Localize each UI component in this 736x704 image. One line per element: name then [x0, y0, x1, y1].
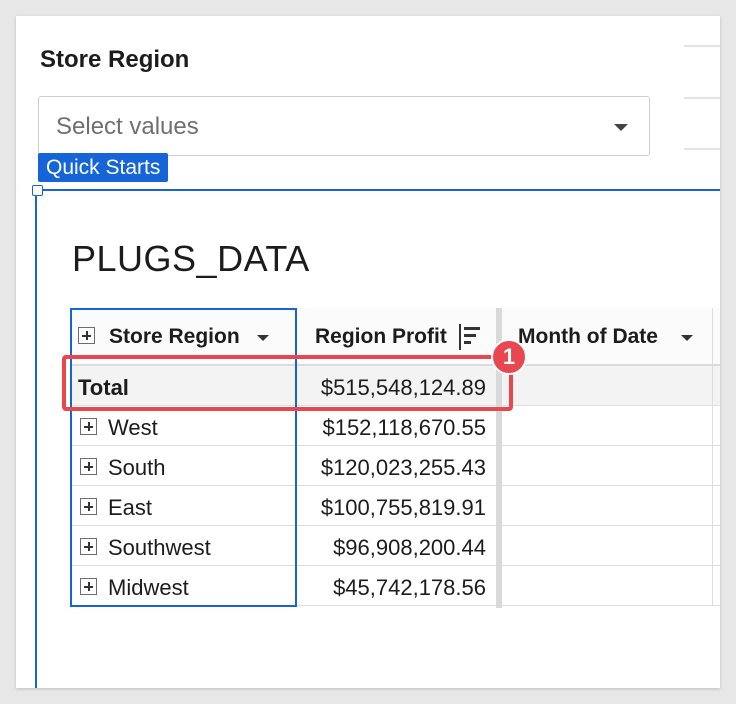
total-row-label-cell[interactable]: Total	[70, 366, 296, 406]
annotation-step-badge: 1	[491, 339, 527, 375]
row-next-cell	[712, 566, 720, 606]
row-profit-cell[interactable]: $100,755,819.91	[296, 486, 496, 526]
pivot-table: Store Region Region Profit Month of Date…	[70, 308, 720, 608]
header-store-region-label: Store Region	[109, 325, 240, 348]
table-title: PLUGS_DATA	[72, 238, 310, 279]
row-profit-value: $45,742,178.56	[333, 575, 486, 600]
row-next-cell	[712, 486, 720, 526]
total-value: $515,548,124.89	[320, 375, 486, 400]
expand-plus-icon[interactable]	[80, 578, 97, 595]
row-region-label: West	[108, 415, 158, 440]
expand-plus-icon[interactable]	[78, 327, 95, 344]
table-row[interactable]: South	[70, 446, 296, 486]
row-region-label: South	[108, 455, 166, 480]
filter-label: Store Region	[40, 46, 190, 73]
expand-plus-icon[interactable]	[80, 498, 97, 515]
divider	[684, 97, 720, 99]
table-row[interactable]: Midwest	[70, 566, 296, 606]
chevron-down-icon[interactable]	[681, 335, 693, 341]
row-next-cell	[712, 526, 720, 566]
row-profit-cell[interactable]: $120,023,255.43	[296, 446, 496, 486]
row-profit-cell[interactable]: $96,908,200.44	[296, 526, 496, 566]
total-row-value-cell[interactable]: $515,548,124.89	[296, 366, 496, 406]
row-profit-value: $96,908,200.44	[333, 535, 486, 560]
header-month-of-date-label: Month of Date	[518, 325, 658, 348]
sort-descending-icon[interactable]	[459, 324, 483, 350]
header-store-region[interactable]: Store Region	[70, 308, 296, 366]
row-month-cell[interactable]	[502, 406, 720, 446]
row-next-cell	[712, 446, 720, 486]
row-profit-value: $120,023,255.43	[320, 455, 486, 480]
row-month-cell[interactable]	[502, 486, 720, 526]
row-next-cell	[712, 406, 720, 446]
row-profit-value: $152,118,670.55	[322, 415, 486, 440]
expand-plus-icon[interactable]	[80, 418, 97, 435]
row-profit-value: $100,755,819.91	[320, 495, 486, 520]
divider	[684, 45, 720, 47]
row-month-cell[interactable]	[502, 566, 720, 606]
total-label: Total	[78, 375, 129, 400]
resize-handle[interactable]	[32, 185, 43, 196]
row-region-label: Midwest	[108, 575, 189, 600]
row-profit-cell[interactable]: $45,742,178.56	[296, 566, 496, 606]
row-month-cell[interactable]	[502, 446, 720, 486]
row-profit-cell[interactable]: $152,118,670.55	[296, 406, 496, 446]
total-row-month-cell[interactable]	[502, 366, 720, 406]
divider	[684, 148, 720, 150]
selection-border-top	[36, 189, 720, 191]
header-month-of-date[interactable]: Month of Date	[502, 308, 720, 366]
header-region-profit[interactable]: Region Profit	[296, 308, 496, 366]
table-row[interactable]: Southwest	[70, 526, 296, 566]
dashboard-card: Store Region Select values Quick Starts …	[16, 16, 720, 688]
row-month-cell[interactable]	[502, 526, 720, 566]
store-region-select[interactable]: Select values	[38, 96, 650, 156]
chevron-down-icon[interactable]	[614, 124, 628, 131]
chevron-down-icon[interactable]	[257, 335, 269, 341]
row-region-label: East	[108, 495, 153, 520]
expand-plus-icon[interactable]	[80, 458, 97, 475]
table-row[interactable]: West	[70, 406, 296, 446]
row-region-label: Southwest	[108, 535, 211, 560]
table-row[interactable]: East	[70, 486, 296, 526]
quick-starts-tag[interactable]: Quick Starts	[38, 153, 169, 182]
header-next-column[interactable]	[712, 308, 720, 366]
total-row-next-cell	[712, 366, 720, 406]
expand-plus-icon[interactable]	[80, 538, 97, 555]
selection-border-left	[35, 191, 37, 688]
header-region-profit-label: Region Profit	[315, 325, 447, 348]
select-placeholder: Select values	[56, 113, 199, 140]
